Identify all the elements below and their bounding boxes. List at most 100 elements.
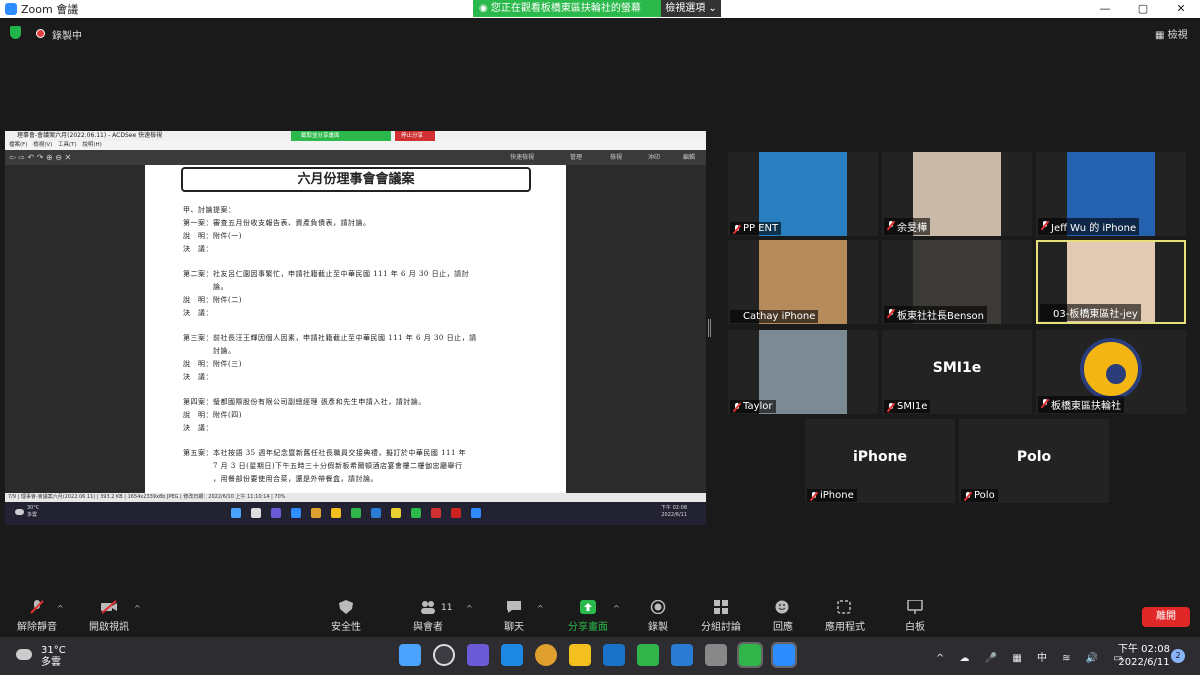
system-tray[interactable]: ^ ☁ 🎤 ▦ 中 ≋ 🔊 ▭ — [936, 649, 1129, 664]
mic-muted-icon — [887, 403, 895, 412]
participant-name: 板東社社長Benson — [897, 311, 985, 322]
participant-name: SMI1e — [897, 401, 928, 412]
security-label: 安全性 — [331, 622, 361, 633]
shared-screen: 理事會-會議案六月(2022.06.11) - ACDSee 快速檢視 截取並分… — [5, 131, 706, 525]
zoom-logo-icon — [5, 3, 17, 15]
participant-name-label: 03-板橋東區社-jey — [1040, 304, 1141, 321]
document-line: 第三案：前社長汪王輝因個人因素，申請社籍截止至中華民國 111 年 6 月 30… — [183, 334, 477, 342]
mic-muted-icon — [810, 492, 818, 501]
participant-tile[interactable]: Cathay iPhone — [728, 240, 878, 324]
participants-button[interactable]: 與會者 — [393, 600, 463, 633]
grid-icon: ▦ — [1155, 30, 1168, 41]
document-line: 決 議： — [183, 309, 213, 317]
line-active-icon[interactable] — [737, 642, 763, 668]
split-handle[interactable] — [708, 319, 711, 337]
stop-share-button[interactable]: 停止分享 — [395, 131, 435, 141]
shield-icon — [339, 600, 353, 614]
participants-label: 與會者 — [413, 622, 443, 633]
mic-muted-icon — [30, 600, 44, 614]
acdsee-menu: 檔案(F) 檢視(V) 工具(T) 說明(H) — [5, 141, 706, 150]
edge-icon[interactable] — [501, 644, 523, 666]
ime-indicator[interactable]: 中 — [1037, 653, 1053, 664]
share-mic-icon: ◉ — [479, 3, 491, 14]
audio-options-caret[interactable]: ^ — [57, 604, 64, 613]
participant-name-label: Polo — [961, 489, 998, 502]
breakout-rooms-button[interactable]: 分組討論 — [686, 600, 756, 633]
windows-start-icon[interactable] — [399, 644, 421, 666]
mic-muted-icon — [964, 492, 972, 501]
mic-muted-icon — [1041, 399, 1049, 408]
chat-icon — [507, 601, 521, 613]
view-button[interactable]: ▦ 檢視 — [1155, 26, 1188, 41]
participant-tile[interactable]: PP ENT — [728, 152, 878, 236]
taskbar-apps — [399, 642, 797, 668]
participant-tile[interactable]: 板東社社長Benson — [882, 240, 1032, 324]
view-label: 檢視 — [1167, 30, 1188, 41]
calculator-icon[interactable] — [705, 644, 727, 666]
participant-name-label: SMI1e — [884, 400, 931, 413]
record-button[interactable]: 錄製 — [623, 600, 693, 633]
participant-tile[interactable]: Polo Polo — [959, 419, 1109, 503]
notification-badge[interactable]: 2 — [1171, 649, 1185, 663]
weather-icon[interactable] — [16, 649, 32, 660]
notepad-icon[interactable] — [671, 644, 693, 666]
mini-cond: 多雲 — [27, 512, 38, 518]
participant-name: iPhone — [820, 490, 854, 501]
mini-temp: 30°C — [27, 505, 40, 511]
apps-button[interactable]: 應用程式 — [810, 600, 880, 633]
document-line: 第四案：璧都國際股份有限公司副總經理 張彥和先生申請入社，請討論。 — [183, 398, 426, 406]
participant-name-label: PP ENT — [730, 222, 782, 235]
share-screen-label: 分享畫面 — [568, 622, 608, 633]
record-label: 錄製 — [648, 622, 668, 633]
chrome-icon[interactable] — [535, 644, 557, 666]
participant-tile[interactable]: Jeff Wu 的 iPhone — [1036, 152, 1186, 236]
line-icon[interactable] — [637, 644, 659, 666]
weather-condition: 多雲 — [41, 657, 61, 668]
document-line: 論。 — [183, 283, 228, 291]
document-line: 第五案：本社按語 35 週年紀念暨新舊任社長職員交接典禮，擬訂於中華民國 111… — [183, 449, 467, 457]
window-title: Zoom 會議 — [21, 3, 79, 16]
reactions-button[interactable]: 回應 — [748, 600, 818, 633]
outlook-icon[interactable] — [603, 644, 625, 666]
chevron-down-icon: ⌄ — [708, 3, 717, 14]
security-button[interactable]: 安全性 — [311, 600, 381, 633]
mic-muted-icon — [887, 221, 895, 230]
participant-tile[interactable]: 03-板橋東區社-jey — [1036, 240, 1186, 324]
file-explorer-icon[interactable] — [569, 644, 591, 666]
people-icon — [421, 601, 435, 614]
view-options-button[interactable]: 檢視選項 ⌄ — [661, 0, 721, 17]
zoom-taskbar-icon[interactable] — [771, 642, 797, 668]
participant-tile[interactable]: 余旻樺 — [882, 152, 1032, 236]
document-line: ，用餐部份要使用合菜，還是外帶餐盒，請討論。 — [183, 475, 378, 483]
participant-tile[interactable]: 板橋東區扶輪社 — [1036, 330, 1186, 414]
participant-name: Taylor — [743, 401, 773, 412]
tool-manage: 管理 — [570, 154, 583, 161]
tool-print: 沖印 — [648, 154, 661, 161]
participant-name-label: 板東社社長Benson — [884, 306, 988, 323]
participant-name: 板橋東區扶輪社 — [1051, 401, 1121, 412]
taskbar-clock[interactable]: 下午 02:08 2022/6/11 — [1118, 643, 1170, 669]
participant-name-label: 余旻樺 — [884, 218, 930, 235]
leave-button[interactable]: 離開 — [1142, 607, 1190, 627]
participant-tile[interactable]: Taylor — [728, 330, 878, 414]
security-shield-icon[interactable] — [10, 26, 21, 39]
share-caret[interactable]: ^ — [613, 604, 620, 613]
mic-muted-icon — [1041, 221, 1049, 230]
weather-temp: 31°C — [41, 645, 66, 656]
participants-caret[interactable]: ^ — [466, 604, 473, 613]
search-icon[interactable] — [433, 644, 455, 666]
close-button[interactable]: ✕ — [1162, 0, 1200, 18]
whiteboard-button[interactable]: 白板 — [880, 600, 950, 633]
maximize-button[interactable]: ▢ — [1124, 0, 1162, 18]
document-line: 決 議： — [183, 245, 213, 253]
minimize-button[interactable]: — — [1086, 0, 1124, 18]
video-options-caret[interactable]: ^ — [134, 604, 141, 613]
participant-tile[interactable]: SMI1e SMI1e — [882, 330, 1032, 414]
chat-caret[interactable]: ^ — [537, 604, 544, 613]
participant-tile[interactable]: iPhone iPhone — [805, 419, 955, 503]
document-line: 第一案：審查五月份收支報告表、資產負債表，請討論。 — [183, 219, 371, 227]
mini-weather-icon — [15, 509, 24, 515]
acdsee-toolbar: ⇦ ⇨ ↶ ↷ ⊕ ⊖ ✕ 快速檢視 管理 檢視 沖印 編輯 — [5, 150, 706, 165]
teams-icon[interactable] — [467, 644, 489, 666]
share-banner-text: 您正在觀看板橋東區扶輪社的螢幕 — [490, 3, 641, 14]
